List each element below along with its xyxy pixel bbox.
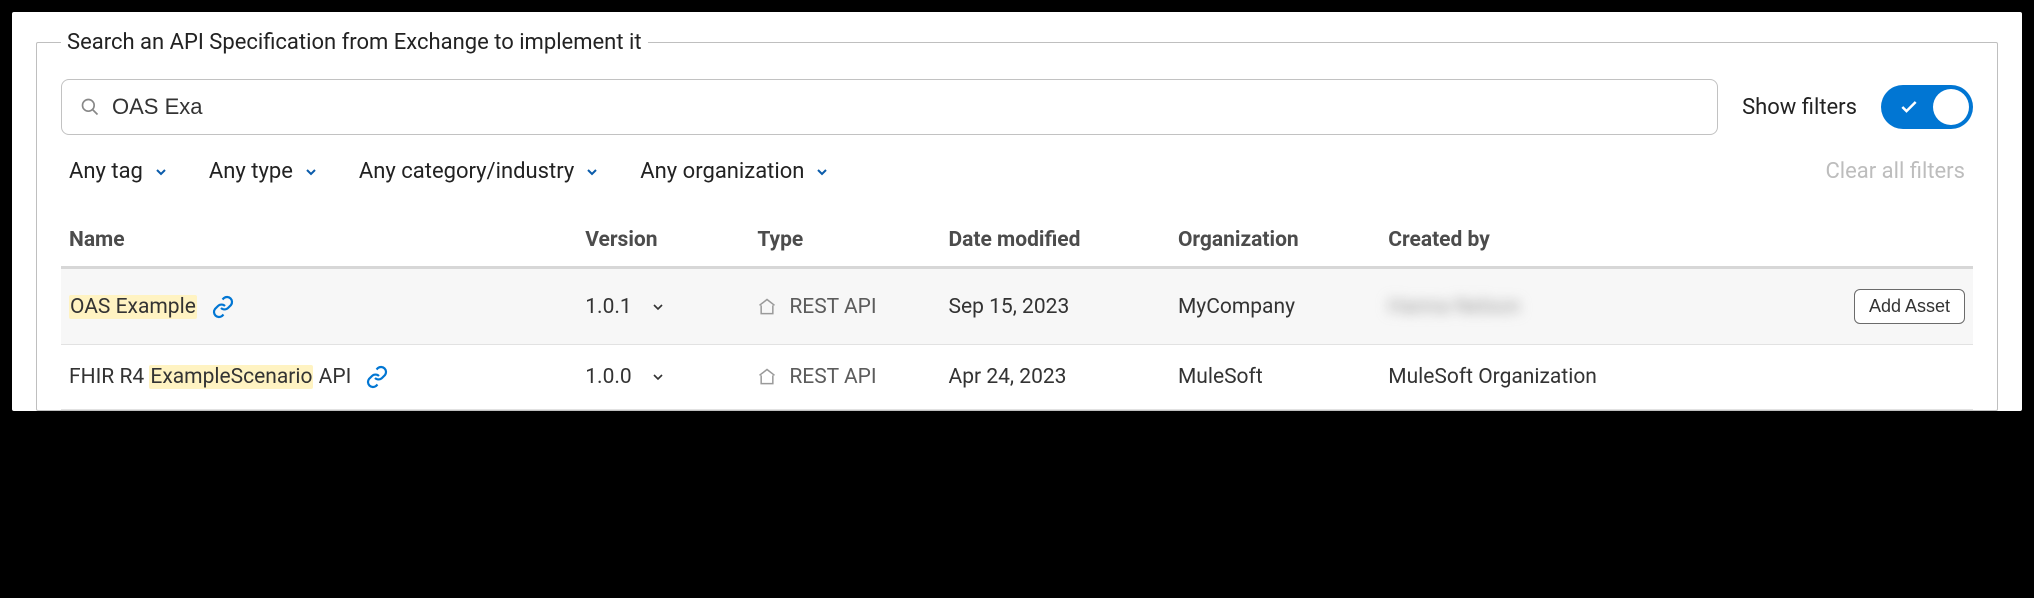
filter-type[interactable]: Any type [209,159,319,184]
add-asset-button[interactable]: Add Asset [1854,289,1965,324]
type-cell: REST API [757,295,932,319]
rest-api-icon [757,297,777,317]
type-value: REST API [789,295,876,319]
chevron-down-icon [303,164,319,180]
filter-tag-label: Any tag [69,159,143,184]
panel: Search an API Specification from Exchang… [12,12,2022,411]
link-icon[interactable] [211,295,235,319]
organization: MuleSoft [1170,345,1380,410]
filter-organization-label: Any organization [640,159,804,184]
show-filters-toggle[interactable] [1881,85,1973,129]
section-legend: Search an API Specification from Exchang… [61,30,648,55]
date-modified: Sep 15, 2023 [941,268,1170,345]
chevron-down-icon [650,299,666,315]
clear-all-filters[interactable]: Clear all filters [1825,159,1965,184]
search-box[interactable] [61,79,1718,135]
table-header-row: Name Version Type Date modified Organiza… [61,214,1973,268]
version-cell[interactable]: 1.0.0 [585,365,741,389]
rest-api-icon [757,367,777,387]
date-modified: Apr 24, 2023 [941,345,1170,410]
filters-row: Any tag Any type Any category/industry A… [61,135,1973,214]
col-type[interactable]: Type [749,214,940,268]
search-highlight: OAS Example [69,295,197,319]
created-by: MuleSoft Organization [1380,345,1724,410]
check-icon [1899,97,1919,117]
chevron-down-icon [650,369,666,385]
show-filters-label: Show filters [1742,95,1857,120]
action-cell [1724,345,1973,410]
version-value: 1.0.1 [585,295,631,319]
asset-name: OAS Example [69,295,197,319]
col-version[interactable]: Version [577,214,749,268]
search-row: Show filters [61,79,1973,135]
version-cell[interactable]: 1.0.1 [585,295,741,319]
type-cell: REST API [757,365,932,389]
chevron-down-icon [814,164,830,180]
search-input[interactable] [112,94,1699,120]
created-by: Hanna Nelson [1380,268,1724,345]
filter-category[interactable]: Any category/industry [359,159,600,184]
table-row[interactable]: FHIR R4 ExampleScenario API 1.0.0 REST API… [61,345,1973,410]
col-name[interactable]: Name [61,214,577,268]
chevron-down-icon [584,164,600,180]
name-cell: FHIR R4 ExampleScenario API [69,365,569,389]
col-date[interactable]: Date modified [941,214,1170,268]
col-created-by[interactable]: Created by [1380,214,1724,268]
filter-type-label: Any type [209,159,293,184]
chevron-down-icon [153,164,169,180]
col-org[interactable]: Organization [1170,214,1380,268]
filter-organization[interactable]: Any organization [640,159,830,184]
results-table: Name Version Type Date modified Organiza… [61,214,1973,410]
asset-name: FHIR R4 ExampleScenario API [69,365,351,389]
organization: MyCompany [1170,268,1380,345]
type-value: REST API [789,365,876,389]
link-icon[interactable] [365,365,389,389]
search-highlight: ExampleScenario [149,365,313,389]
toggle-knob [1933,89,1969,125]
table-row[interactable]: OAS Example 1.0.1 REST API Sep 15, 2023MyCo… [61,268,1973,345]
search-section: Search an API Specification from Exchang… [36,30,1998,411]
filter-tag[interactable]: Any tag [69,159,169,184]
filter-category-label: Any category/industry [359,159,574,184]
version-value: 1.0.0 [585,365,631,389]
col-action [1724,214,1973,268]
name-cell: OAS Example [69,295,569,319]
search-icon [80,97,100,117]
action-cell: Add Asset [1724,268,1973,345]
